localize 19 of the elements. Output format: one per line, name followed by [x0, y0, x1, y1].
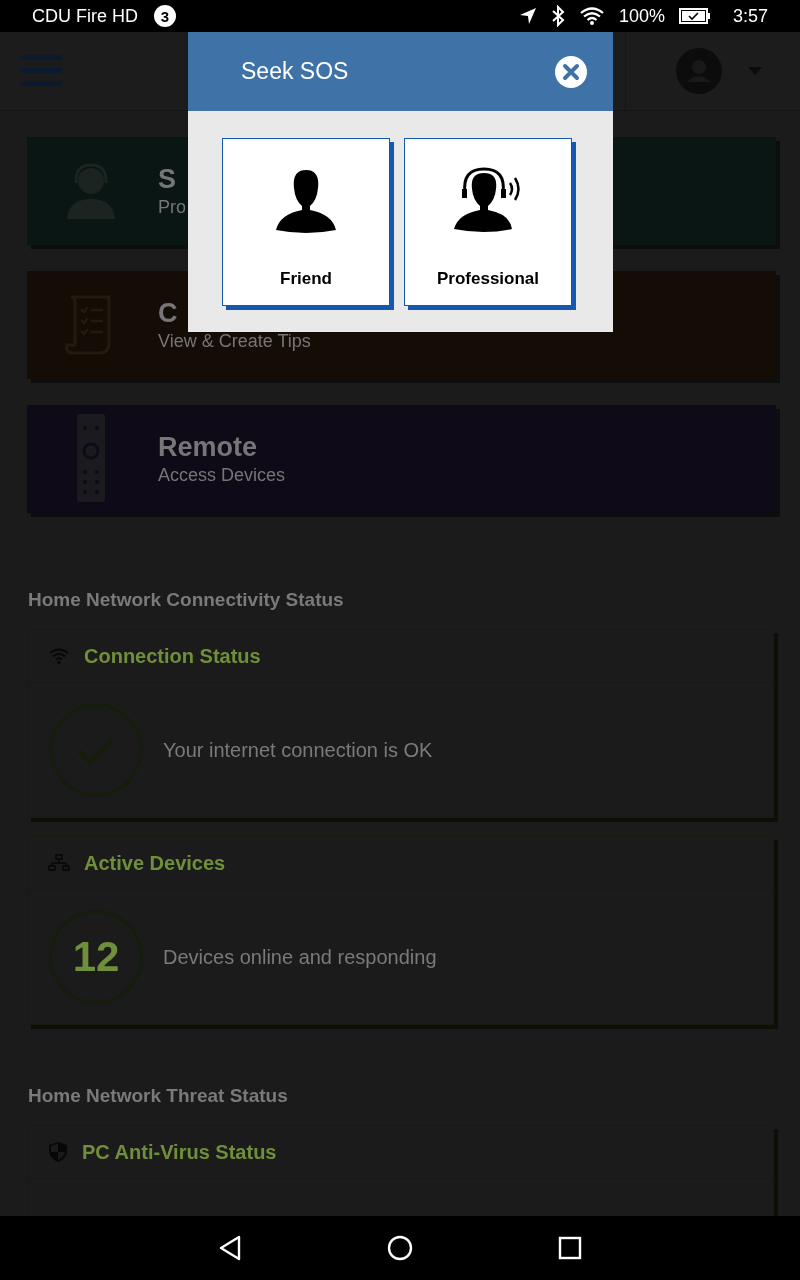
section-heading: Home Network Connectivity Status	[28, 589, 345, 611]
dialog-title: Seek SOS	[241, 58, 349, 85]
card-title: Active Devices	[84, 851, 226, 875]
tile-subtitle: View & Create Tips	[158, 331, 311, 352]
device-count: 12	[49, 910, 143, 1004]
section-heading: Home Network Threat Status	[28, 1085, 289, 1107]
tile-subtitle: Pro	[158, 197, 186, 218]
status-message: Devices online and responding	[163, 945, 437, 969]
card-title: Connection Status	[84, 644, 261, 668]
tile-title: C	[158, 298, 179, 329]
battery-percent: 100%	[618, 5, 665, 27]
tile-title: Remote	[158, 432, 259, 463]
clock: 3:57	[732, 5, 768, 27]
tile-title: S	[158, 164, 177, 195]
notification-count: 3	[154, 5, 176, 27]
status-message: Your internet connection is OK	[163, 738, 433, 762]
card-title: PC Anti-Virus Status	[82, 1140, 277, 1164]
device-name: CDU Fire HD	[32, 5, 138, 27]
tile-subtitle: Access Devices	[158, 465, 286, 486]
